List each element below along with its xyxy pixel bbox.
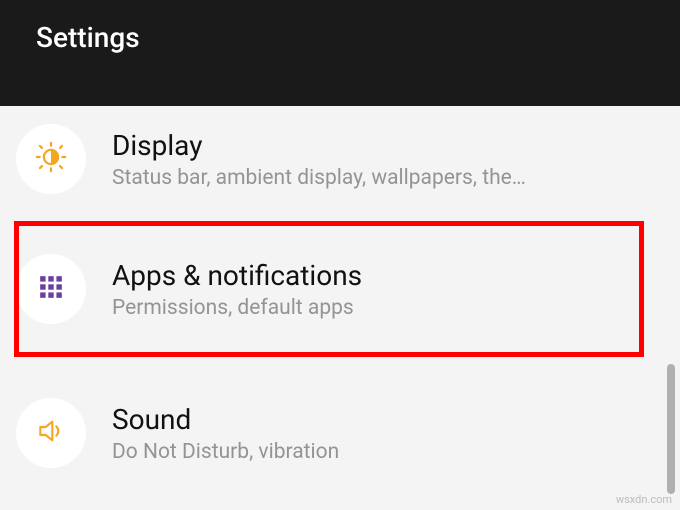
list-item-title: Apps & notifications: [112, 259, 664, 292]
list-item-title: Display: [112, 129, 664, 162]
speaker-icon: [35, 415, 67, 451]
apps-icon-wrap: [16, 254, 86, 324]
settings-header: Settings: [0, 0, 680, 74]
sun-icon: [34, 140, 68, 178]
header-gap: [0, 74, 680, 106]
list-item-apps[interactable]: Apps & notifications Permissions, defaul…: [0, 212, 680, 366]
page-title: Settings: [36, 21, 140, 54]
list-item-subtitle: Permissions, default apps: [112, 296, 664, 320]
list-item-display[interactable]: Display Status bar, ambient display, wal…: [0, 106, 680, 212]
display-icon-wrap: [16, 124, 86, 194]
watermark: wsxdn.com: [616, 493, 672, 506]
list-item-text: Sound Do Not Disturb, vibration: [112, 403, 664, 464]
scrollbar[interactable]: [667, 364, 675, 494]
grid-icon: [38, 274, 64, 304]
list-item-title: Sound: [112, 403, 664, 436]
settings-list: Display Status bar, ambient display, wal…: [0, 106, 680, 486]
list-item-subtitle: Status bar, ambient display, wallpapers,…: [112, 166, 664, 190]
sound-icon-wrap: [16, 398, 86, 468]
list-item-text: Apps & notifications Permissions, defaul…: [112, 259, 664, 320]
list-item-sound[interactable]: Sound Do Not Disturb, vibration: [0, 366, 680, 486]
list-item-text: Display Status bar, ambient display, wal…: [112, 129, 664, 190]
list-item-subtitle: Do Not Disturb, vibration: [112, 440, 664, 464]
